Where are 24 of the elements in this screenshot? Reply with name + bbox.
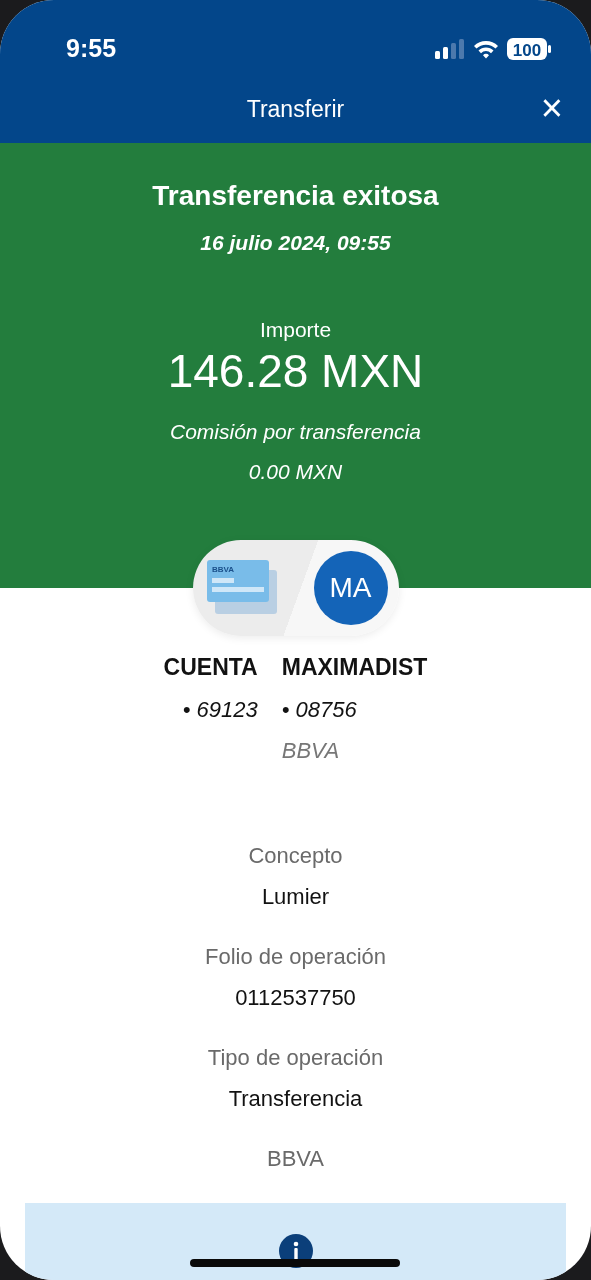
- screen-title: Transferir: [246, 94, 345, 124]
- detail-value: Transferencia: [227, 1084, 364, 1113]
- recipient-account-number: • 08756: [281, 695, 358, 724]
- signal-icon: [435, 37, 465, 60]
- recipient-bank: BBVA: [281, 736, 341, 765]
- detail-label: Folio de operación: [204, 942, 387, 971]
- detail-value: Lumier: [260, 882, 331, 911]
- recipient-avatar: MA: [313, 551, 388, 625]
- detail-label: Concepto: [247, 841, 344, 870]
- fee-value: 0.00 MXN: [247, 458, 344, 485]
- fee-label: Comisión por transferencia: [169, 419, 422, 446]
- bank-name: BBVA: [265, 1144, 326, 1173]
- detail-value: 0112537750: [234, 983, 357, 1012]
- origin-account-number: • 69123: [181, 695, 258, 724]
- wifi-icon: [473, 38, 499, 59]
- amount-label: Importe: [258, 317, 333, 344]
- status-time: 9:55: [66, 32, 117, 64]
- success-title: Transferencia exitosa: [151, 179, 440, 213]
- amount-value: 146.28 MXN: [166, 345, 425, 397]
- origin-account-name: CUENTA: [163, 653, 258, 682]
- transfer-date: 16 julio 2024, 09:55: [199, 229, 392, 256]
- close-button[interactable]: ×: [540, 89, 563, 127]
- detail-label: Tipo de operación: [206, 1043, 385, 1072]
- recipient-name: MAXIMADIST: [281, 653, 428, 682]
